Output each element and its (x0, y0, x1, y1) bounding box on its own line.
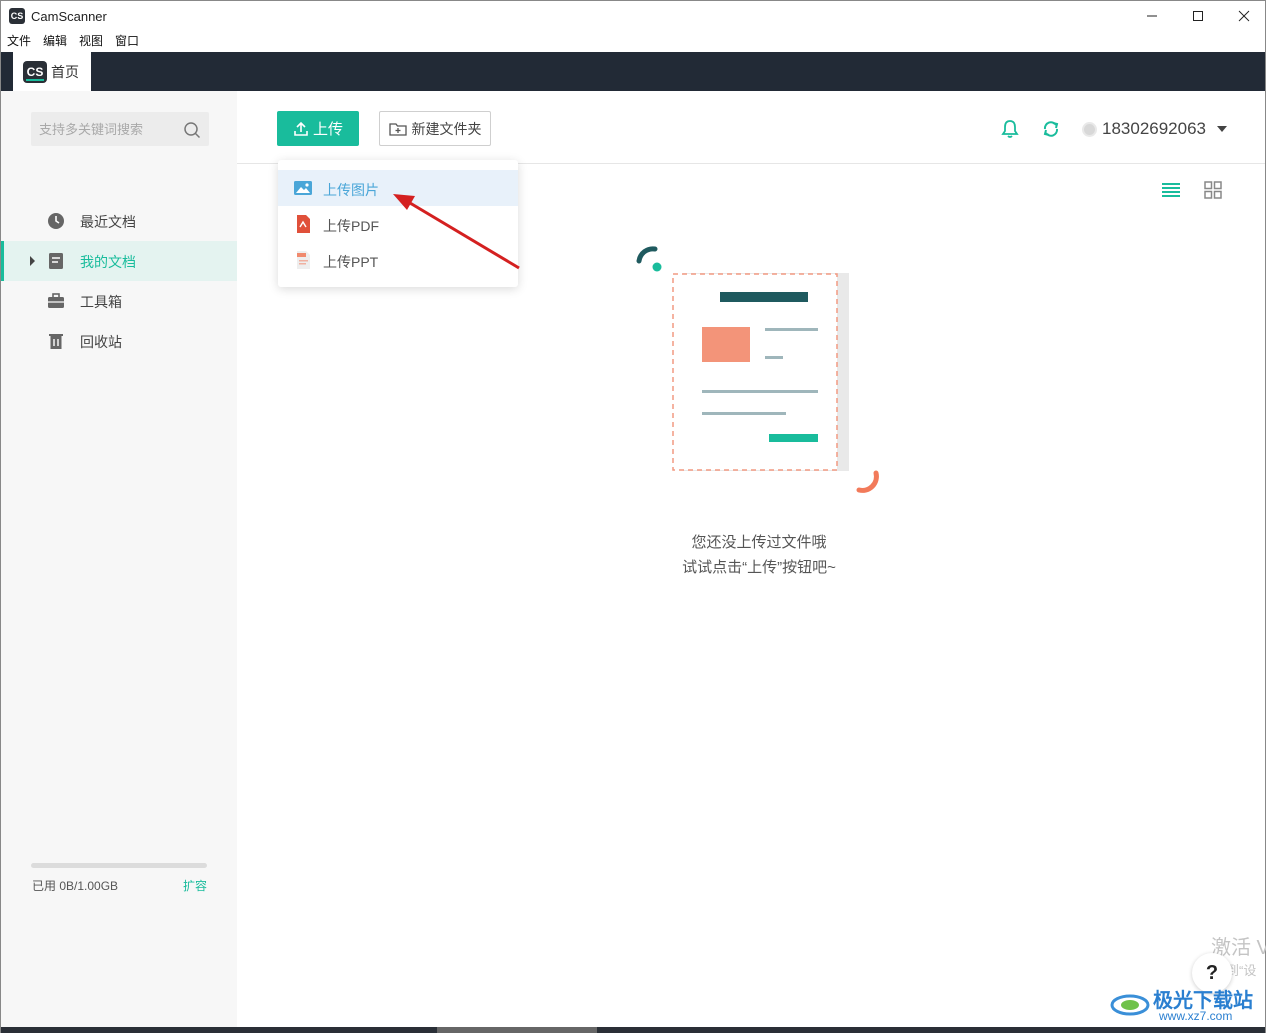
folder-plus-icon (388, 122, 407, 136)
menu-view[interactable]: 视图 (79, 31, 103, 51)
sidebar-item-label: 回收站 (80, 334, 122, 350)
empty-state-hint: 试试点击“上传”按钮吧~ (682, 559, 836, 576)
minimize-icon (1147, 15, 1157, 17)
upload-button[interactable]: 上传 (277, 111, 359, 146)
site-logo-icon (1110, 994, 1150, 1016)
menu-item-label: 上传PPT (323, 254, 379, 270)
watermark-url: www.xz7.com (1159, 1009, 1233, 1023)
window-title: CamScanner (31, 9, 107, 24)
search-box (31, 112, 209, 146)
app-window: CS CamScanner 文件 编辑 视图 窗口 CS 首页 支持多关键词搜索… (0, 0, 1266, 1033)
pdf-icon (297, 215, 310, 233)
sidebar-item-label: 最近文档 (80, 214, 136, 230)
trash-icon (49, 334, 63, 349)
close-icon (1238, 10, 1250, 22)
expand-storage-link[interactable]: 扩容 (183, 877, 207, 894)
expand-caret-icon[interactable] (30, 256, 35, 266)
tab-home-label: 首页 (51, 63, 79, 80)
sidebar: 最近文档 我的文档 工具箱 (1, 91, 237, 1029)
menu-item-label: 上传PDF (323, 218, 379, 234)
maximize-icon (1193, 11, 1203, 21)
site-watermark: 极光下载站 www.xz7.com (1109, 984, 1265, 1024)
upload-icon (294, 121, 308, 136)
menu-edit[interactable]: 编辑 (43, 31, 67, 51)
cs-logo-icon: CS (23, 60, 47, 83)
tab-home[interactable]: CS 首页 (13, 52, 91, 91)
main-toolbar: 上传 新建文件夹 18302692063 (237, 91, 1265, 164)
menu-item-label: 上传图片 (323, 182, 379, 198)
empty-state-message: 您还没上传过文件哦 (691, 534, 827, 551)
ppt-icon (297, 251, 310, 269)
search-input[interactable] (39, 112, 179, 146)
account-dropdown-icon[interactable] (1217, 126, 1227, 132)
document-icon (49, 253, 63, 269)
bell-icon[interactable] (1000, 119, 1020, 139)
clock-icon (48, 213, 64, 229)
grid-view-icon[interactable] (1203, 181, 1223, 199)
menu-file[interactable]: 文件 (7, 31, 31, 51)
scrollbar-thumb[interactable] (437, 1027, 597, 1033)
storage-progress-bar (31, 863, 207, 868)
sidebar-item-my-docs[interactable]: 我的文档 (1, 241, 237, 281)
new-folder-button[interactable]: 新建文件夹 (379, 111, 491, 146)
new-folder-label: 新建文件夹 (411, 120, 482, 137)
search-icon[interactable] (183, 121, 201, 139)
maximize-button[interactable] (1175, 1, 1221, 31)
horizontal-scrollbar[interactable] (1, 1027, 1265, 1033)
sidebar-item-label: 我的文档 (80, 254, 136, 270)
sidebar-item-recent[interactable]: 最近文档 (1, 201, 237, 241)
sidebar-item-label: 工具箱 (80, 294, 122, 310)
user-account-name[interactable]: 18302692063 (1102, 119, 1206, 139)
annotation-arrow (393, 194, 520, 270)
sidebar-item-trash[interactable]: 回收站 (1, 321, 237, 361)
menu-bar: 文件 编辑 视图 窗口 (1, 31, 1265, 51)
upload-button-label: 上传 (312, 121, 343, 138)
avatar[interactable] (1082, 122, 1097, 137)
menu-window[interactable]: 窗口 (115, 31, 139, 51)
sidebar-item-toolbox[interactable]: 工具箱 (1, 281, 237, 321)
empty-documents-illustration (636, 246, 879, 493)
sync-icon[interactable] (1041, 119, 1061, 139)
app-icon: CS (9, 8, 25, 24)
toolbox-icon (48, 293, 64, 308)
image-icon (294, 181, 312, 195)
tab-bar: CS 首页 (1, 52, 1265, 91)
minimize-button[interactable] (1129, 1, 1175, 31)
storage-usage-text: 已用 0B/1.00GB (32, 879, 119, 893)
list-view-icon[interactable] (1161, 181, 1181, 199)
title-bar: CS CamScanner (1, 1, 1265, 31)
close-button[interactable] (1221, 1, 1266, 31)
